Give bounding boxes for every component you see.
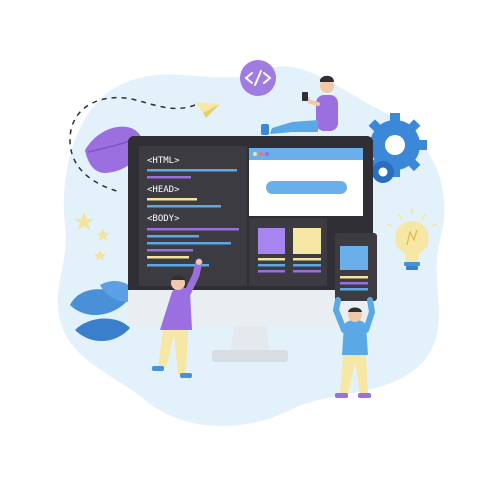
browser-window [249,148,363,216]
code-body-tag: <BODY> [147,214,180,224]
code-html-tag: <HTML> [147,156,180,166]
code-brackets-icon [240,60,276,96]
code-head-tag: <HEAD> [147,185,180,195]
illustration: <HTML> <HEAD> <BODY> [0,0,500,500]
mobile-card [335,233,377,301]
browser-search-bar [266,181,347,194]
web-development-illustration: <HTML> <HEAD> <BODY> [57,60,445,427]
content-cards-panel [249,218,327,286]
code-editor-panel: <HTML> <HEAD> <BODY> [139,146,247,286]
